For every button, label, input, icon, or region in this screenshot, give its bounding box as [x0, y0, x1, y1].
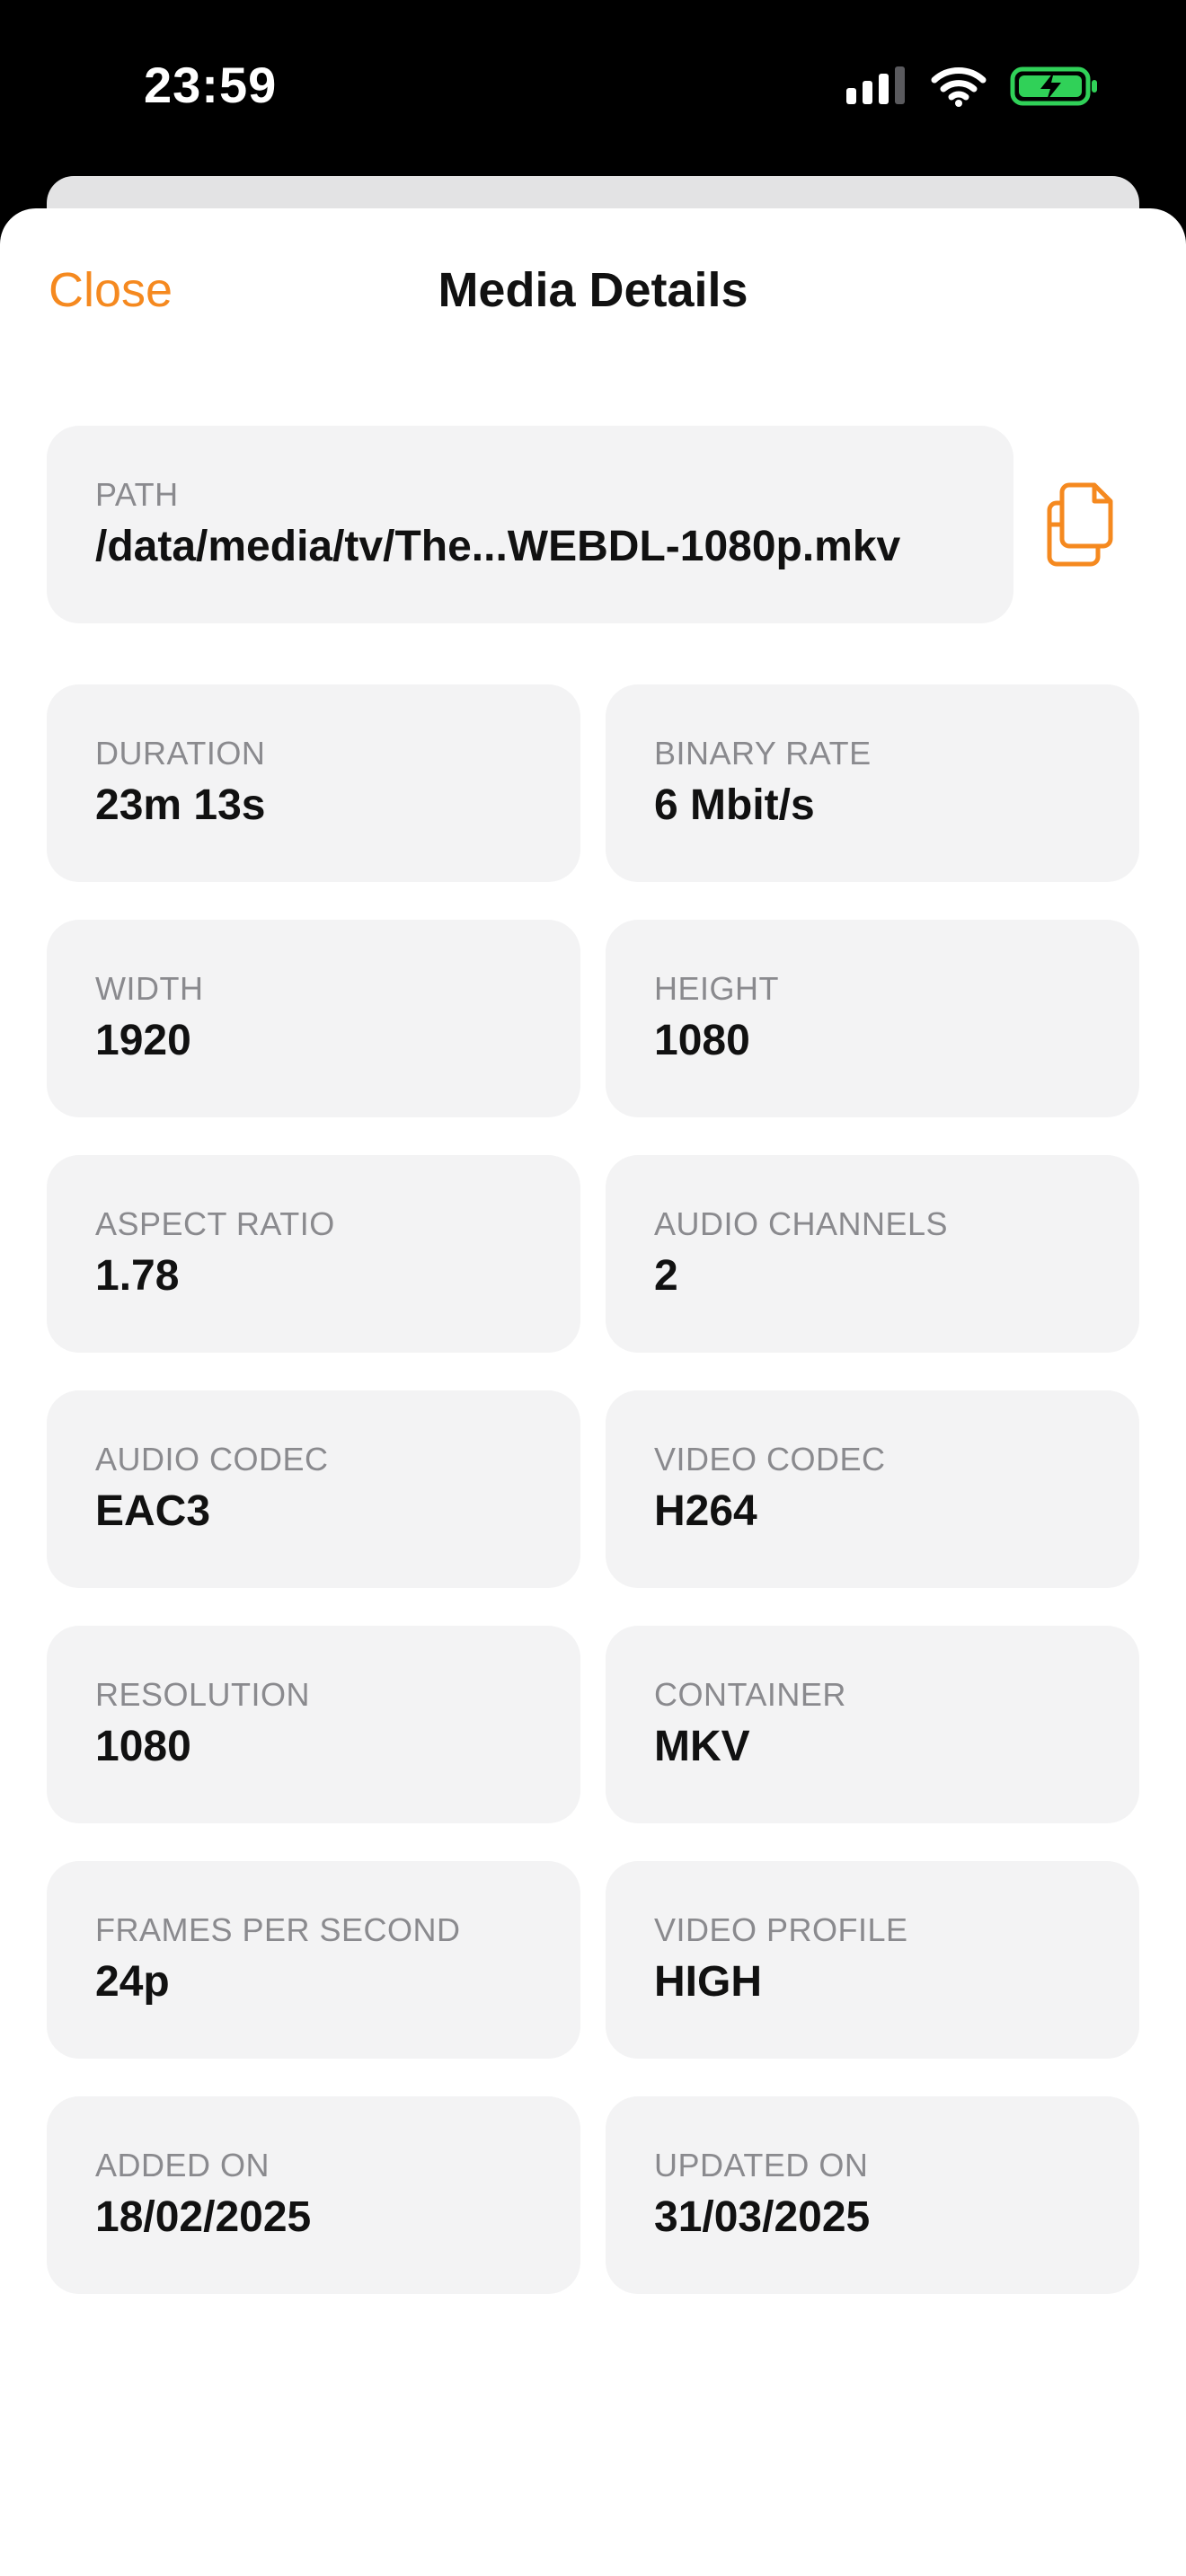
- detail-value: H264: [654, 1487, 757, 1535]
- page-title: Media Details: [438, 263, 748, 317]
- cellular-signal-icon: [845, 65, 907, 112]
- detail-value: 31/03/2025: [654, 2193, 871, 2241]
- status-bar: 23:59: [0, 0, 1186, 180]
- detail-card-audio-codec: AUDIO CODEC EAC3: [47, 1390, 580, 1588]
- detail-card-video-codec: VIDEO CODEC H264: [606, 1390, 1139, 1588]
- detail-value: 1920: [95, 1017, 191, 1064]
- detail-card-audio-channels: AUDIO CHANNELS 2: [606, 1155, 1139, 1353]
- battery-charging-icon: [1010, 65, 1100, 112]
- detail-value: 2: [654, 1252, 678, 1300]
- details-grid: DURATION 23m 13s BINARY RATE 6 Mbit/s WI…: [47, 684, 1139, 2294]
- path-card[interactable]: PATH /data/media/tv/The...WEBDL-1080p.mk…: [47, 426, 1013, 623]
- detail-card-duration: DURATION 23m 13s: [47, 684, 580, 882]
- detail-card-video-profile: VIDEO PROFILE HIGH: [606, 1861, 1139, 2059]
- detail-label: RESOLUTION: [95, 1676, 311, 1713]
- detail-label: BINARY RATE: [654, 735, 872, 772]
- detail-value: 18/02/2025: [95, 2193, 312, 2241]
- wifi-icon: [931, 65, 987, 112]
- detail-card-binary-rate: BINARY RATE 6 Mbit/s: [606, 684, 1139, 882]
- detail-label: WIDTH: [95, 970, 204, 1007]
- detail-card-updated-on: UPDATED ON 31/03/2025: [606, 2096, 1139, 2294]
- detail-card-container: CONTAINER MKV: [606, 1626, 1139, 1823]
- detail-label: VIDEO CODEC: [654, 1441, 886, 1478]
- detail-label: VIDEO PROFILE: [654, 1911, 908, 1948]
- media-details-sheet: Close Media Details PATH /data/media/tv/…: [0, 208, 1186, 2576]
- detail-label: CONTAINER: [654, 1676, 846, 1713]
- detail-label: ADDED ON: [95, 2147, 270, 2183]
- detail-label: AUDIO CODEC: [95, 1441, 329, 1478]
- detail-value: 24p: [95, 1958, 170, 2006]
- detail-card-frames-per-second: FRAMES PER SECOND 24p: [47, 1861, 580, 2059]
- path-value: /data/media/tv/The...WEBDL-1080p.mkv: [95, 523, 901, 570]
- detail-value: 6 Mbit/s: [654, 781, 815, 829]
- path-label: PATH: [95, 476, 179, 513]
- status-time: 23:59: [144, 57, 278, 113]
- detail-value: 1080: [95, 1723, 191, 1770]
- detail-label: UPDATED ON: [654, 2147, 869, 2183]
- detail-label: ASPECT RATIO: [95, 1205, 335, 1242]
- status-icons: [845, 63, 1100, 113]
- detail-value: HIGH: [654, 1958, 762, 2006]
- copy-icon: [1042, 482, 1123, 575]
- detail-label: HEIGHT: [654, 970, 780, 1007]
- copy-path-button[interactable]: [1042, 478, 1123, 571]
- detail-card-height: HEIGHT 1080: [606, 920, 1139, 1117]
- detail-label: AUDIO CHANNELS: [654, 1205, 949, 1242]
- detail-card-added-on: ADDED ON 18/02/2025: [47, 2096, 580, 2294]
- detail-value: 23m 13s: [95, 781, 266, 829]
- detail-card-resolution: RESOLUTION 1080: [47, 1626, 580, 1823]
- detail-label: FRAMES PER SECOND: [95, 1911, 461, 1948]
- detail-value: 1080: [654, 1017, 750, 1064]
- detail-value: MKV: [654, 1723, 750, 1770]
- detail-label: DURATION: [95, 735, 266, 772]
- detail-value: EAC3: [95, 1487, 211, 1535]
- detail-card-width: WIDTH 1920: [47, 920, 580, 1117]
- detail-card-aspect-ratio: ASPECT RATIO 1.78: [47, 1155, 580, 1353]
- detail-value: 1.78: [95, 1252, 180, 1300]
